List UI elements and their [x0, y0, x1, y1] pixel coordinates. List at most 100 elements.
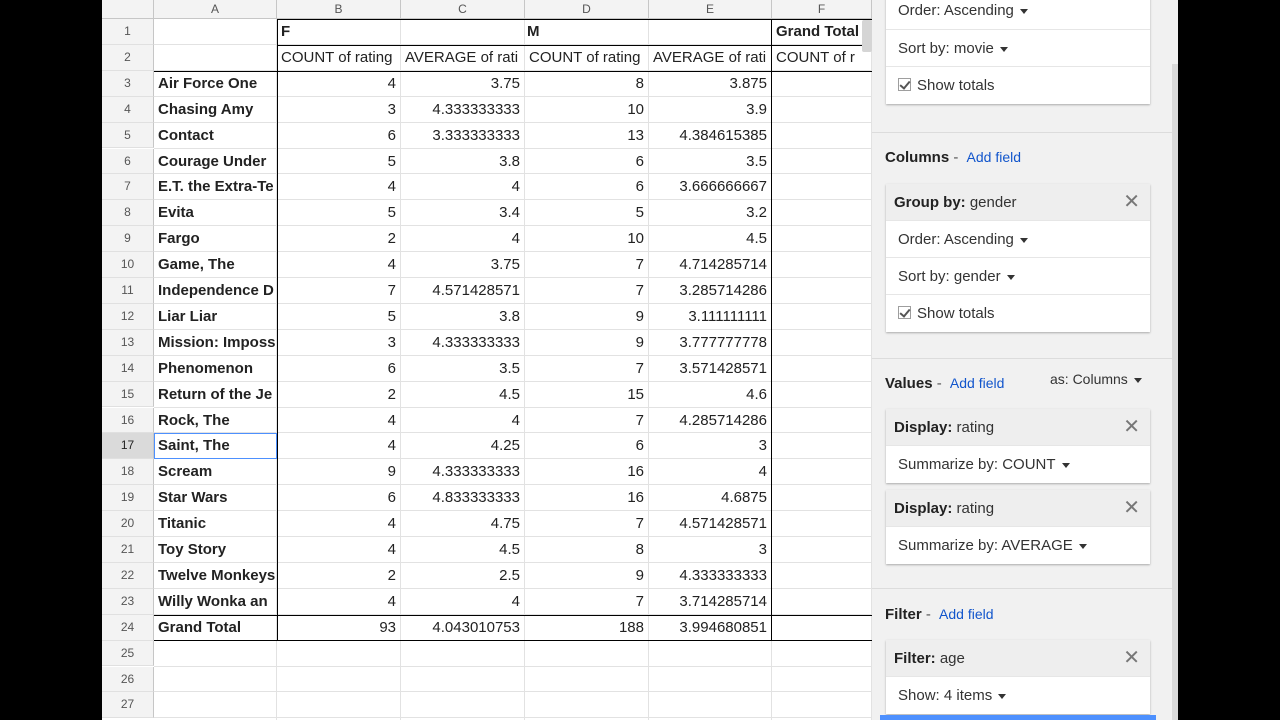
rows-order-dropdown[interactable]: Order: Ascending — [886, 0, 1150, 30]
pivot-row-m-count[interactable]: 10 — [525, 226, 649, 252]
pivot-row-m-count[interactable]: 10 — [525, 97, 649, 123]
spreadsheet-grid[interactable]: A B C D E F 1 2 3 4 5 6 7 8 9 10 11 12 13 14 15 16 17 18 19 20 21 2… — [102, 0, 872, 720]
row-header[interactable]: 15 — [102, 381, 154, 408]
pivot-row-f-average[interactable]: 4 — [401, 589, 525, 615]
pivot-row-label[interactable]: Independence D — [154, 278, 277, 304]
pivot-row-label[interactable]: Star Wars — [154, 485, 277, 511]
pivot-row-label[interactable]: Twelve Monkeys — [154, 563, 277, 589]
row-header[interactable]: 19 — [102, 485, 154, 512]
pivot-row-f-count[interactable]: 4 — [277, 589, 401, 615]
pivot-row-m-average[interactable]: 4.5 — [649, 226, 772, 252]
pivot-row-m-count[interactable]: 16 — [525, 485, 649, 511]
pivot-row-label[interactable]: Return of the Je — [154, 382, 277, 408]
pivot-row-label[interactable]: Scream — [154, 459, 277, 485]
column-header-c[interactable]: C — [401, 0, 525, 19]
pivot-row-m-average[interactable]: 3.571428571 — [649, 356, 772, 382]
row-header[interactable]: 2 — [102, 44, 154, 71]
pivot-row-f-average[interactable]: 3.5 — [401, 356, 525, 382]
pivot-row-m-average[interactable]: 4.571428571 — [649, 511, 772, 537]
pivot-row-m-average[interactable]: 4.333333333 — [649, 563, 772, 589]
column-header-e[interactable]: E — [649, 0, 772, 19]
row-header[interactable]: 11 — [102, 278, 154, 304]
pivot-row-f-count[interactable]: 2 — [277, 382, 401, 408]
pivot-row-m-count[interactable]: 8 — [525, 71, 649, 97]
pivot-row-m-average[interactable]: 3.5 — [649, 149, 772, 175]
pivot-row-m-count[interactable]: 7 — [525, 589, 649, 615]
pivot-row-f-average[interactable]: 4 — [401, 174, 525, 200]
column-header-a[interactable]: A — [154, 0, 277, 19]
pivot-row-f-average[interactable]: 4.5 — [401, 382, 525, 408]
pivot-row-m-average[interactable]: 3.777777778 — [649, 330, 772, 356]
pivot-row-f-average[interactable]: 3.4 — [401, 200, 525, 226]
pivot-row-m-count[interactable]: 6 — [525, 174, 649, 200]
values-add-field-link[interactable]: Add field — [950, 375, 1004, 391]
columns-add-field-link[interactable]: Add field — [967, 149, 1021, 165]
pivot-row-f-average[interactable]: 3.333333333 — [401, 123, 525, 149]
pivot-row-m-count[interactable]: 8 — [525, 537, 649, 563]
row-header[interactable]: 22 — [102, 562, 154, 589]
pivot-row-m-average[interactable]: 4.6 — [649, 382, 772, 408]
pivot-row-m-count[interactable]: 9 — [525, 563, 649, 589]
pivot-row-f-count[interactable]: 4 — [277, 174, 401, 200]
pivot-row-m-count[interactable]: 7 — [525, 278, 649, 304]
row-header[interactable]: 27 — [102, 692, 154, 719]
close-icon[interactable]: ✕ — [1123, 184, 1140, 221]
pivot-row-f-average[interactable]: 4 — [401, 226, 525, 252]
filter-add-field-link[interactable]: Add field — [939, 606, 993, 622]
pivot-row-f-count[interactable]: 5 — [277, 304, 401, 330]
pivot-row-m-average[interactable]: 3.875 — [649, 71, 772, 97]
pivot-row-label[interactable]: E.T. the Extra-Te — [154, 174, 277, 200]
pivot-row-f-average[interactable]: 4.333333333 — [401, 459, 525, 485]
row-header[interactable]: 17 — [102, 433, 154, 460]
pivot-row-label[interactable]: Phenomenon — [154, 356, 277, 382]
pivot-row-f-count[interactable]: 3 — [277, 97, 401, 123]
grand-total-f-count[interactable]: 93 — [277, 615, 401, 641]
pivot-row-m-count[interactable]: 6 — [525, 149, 649, 175]
row-header[interactable]: 3 — [102, 70, 154, 97]
row-header[interactable]: 21 — [102, 537, 154, 563]
pivot-row-f-average[interactable]: 4.571428571 — [401, 278, 525, 304]
count-rating-header-m[interactable]: COUNT of rating — [525, 45, 649, 71]
average-rating-header-f[interactable]: AVERAGE of rati — [401, 45, 525, 71]
pivot-row-m-count[interactable]: 5 — [525, 200, 649, 226]
pivot-row-f-average[interactable]: 3.8 — [401, 149, 525, 175]
columns-order-dropdown[interactable]: Order: Ascending — [886, 221, 1150, 258]
pivot-row-f-count[interactable]: 6 — [277, 356, 401, 382]
pivot-row-f-count[interactable]: 5 — [277, 149, 401, 175]
columns-show-totals[interactable]: Show totals — [886, 295, 1150, 332]
pivot-row-f-count[interactable]: 2 — [277, 226, 401, 252]
close-icon[interactable]: ✕ — [1123, 640, 1140, 677]
row-header[interactable]: 5 — [102, 122, 154, 149]
pivot-row-f-count[interactable]: 4 — [277, 71, 401, 97]
row-header[interactable]: 20 — [102, 511, 154, 537]
pivot-row-label[interactable]: Rock, The — [154, 408, 277, 434]
pivot-row-m-average[interactable]: 4 — [649, 459, 772, 485]
pivot-row-label[interactable]: Mission: Imposs — [154, 330, 277, 356]
row-header[interactable]: 16 — [102, 407, 154, 434]
pivot-row-m-average[interactable]: 4.384615385 — [649, 123, 772, 149]
pivot-row-f-average[interactable]: 4.333333333 — [401, 97, 525, 123]
pivot-row-f-count[interactable]: 4 — [277, 252, 401, 278]
row-header[interactable]: 24 — [102, 614, 154, 641]
row-header[interactable]: 26 — [102, 666, 154, 693]
summarize-average-dropdown[interactable]: Summarize by: AVERAGE — [886, 527, 1150, 564]
pivot-row-m-count[interactable]: 7 — [525, 356, 649, 382]
pivot-row-m-average[interactable]: 4.6875 — [649, 485, 772, 511]
grand-total-column-header[interactable]: Grand Total — [772, 19, 872, 45]
pivot-row-f-count[interactable]: 7 — [277, 278, 401, 304]
average-rating-header-m[interactable]: AVERAGE of rati — [649, 45, 773, 71]
grand-total-f-average[interactable]: 4.043010753 — [401, 615, 525, 641]
pivot-row-f-count[interactable]: 4 — [277, 408, 401, 434]
row-header[interactable]: 4 — [102, 96, 154, 123]
pivot-row-f-count[interactable]: 5 — [277, 200, 401, 226]
pivot-row-f-average[interactable]: 2.5 — [401, 563, 525, 589]
pivot-row-f-count[interactable]: 6 — [277, 485, 401, 511]
columns-sort-dropdown[interactable]: Sort by: gender — [886, 258, 1150, 295]
count-rating-header-f[interactable]: COUNT of rating — [277, 45, 401, 71]
rows-show-totals[interactable]: Show totals — [886, 67, 1150, 104]
pivot-row-f-average[interactable]: 4.75 — [401, 511, 525, 537]
pivot-row-label[interactable]: Game, The — [154, 252, 277, 278]
checkbox-checked-icon[interactable] — [898, 78, 911, 91]
pivot-row-m-count[interactable]: 9 — [525, 304, 649, 330]
values-as-columns-dropdown[interactable]: as: Columns — [1050, 371, 1142, 387]
